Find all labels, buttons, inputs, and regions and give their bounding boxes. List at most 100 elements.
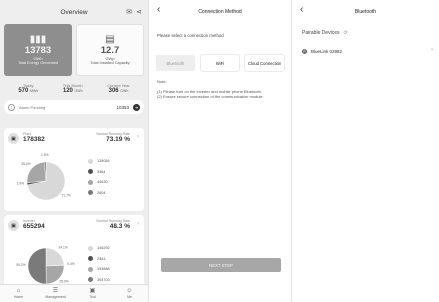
connection-method-screen: ‹ Connection Method Please select a conn… — [148, 0, 291, 302]
legend-item: 2581 — [88, 254, 110, 265]
legend-item: 128064 — [88, 156, 110, 167]
arrow-right-icon[interactable]: ➜ — [133, 103, 140, 111]
capacity-value: 12.7 — [100, 45, 120, 56]
legend-value: 44630 — [97, 180, 108, 185]
inverter-rate-value: 48.3 % — [109, 223, 130, 230]
next-step-button[interactable]: NEXT STEP — [161, 258, 281, 272]
overview-header: Overview ✉ ⋖ — [0, 0, 148, 24]
alarm-pending-row[interactable]: ! Alarm Pending 10353 ➜ — [4, 100, 144, 114]
legend-dot — [88, 256, 93, 262]
bluetooth-method-button[interactable]: Bluetooth — [156, 55, 195, 71]
legend-value: 153888 — [97, 267, 110, 272]
bluetooth-screen: ‹ Bluetooth Pairable Devices ⟳ β BlueLin… — [291, 0, 439, 302]
capacity-label: Total Installed Capacity — [90, 61, 130, 65]
pie-slice-label: 1.9% — [17, 182, 25, 186]
tab-me[interactable]: ☺ Me — [115, 288, 145, 299]
bluetooth-device-item[interactable]: β BlueLink 02982 › — [292, 45, 439, 57]
page-title: Bluetooth — [354, 9, 377, 15]
bar-chart-icon: ▮▮▮ — [29, 34, 47, 45]
plant-icon: ▣ — [8, 133, 19, 144]
connection-prompt: Please select a connection method — [157, 33, 224, 38]
connection-nav-bar: ‹ Connection Method — [149, 0, 291, 24]
plant-count: 178382 — [23, 136, 45, 143]
pie-slice — [27, 247, 47, 285]
stat-unit: MWh — [30, 89, 39, 93]
legend-value: 128064 — [97, 159, 110, 164]
bluetooth-nav-bar: ‹ Bluetooth — [292, 0, 439, 24]
legend-dot — [88, 277, 93, 283]
legend-dot — [88, 245, 93, 251]
cloud-connection-method-button[interactable]: Cloud Connection — [245, 55, 285, 71]
inverter-icon: ▣ — [8, 220, 19, 231]
bottom-tab-bar: ⌂ Home ☰ Management ▣ Tool ☺ Me — [0, 284, 148, 302]
stat-unit: GWh — [74, 89, 83, 93]
alarm-count: 10353 — [116, 104, 129, 110]
wifi-method-button[interactable]: WiFi — [200, 55, 240, 71]
plant-rate-value: 73.19 % — [106, 136, 130, 143]
legend-item: 146292 — [88, 243, 110, 254]
connection-method-options: Bluetooth WiFi Cloud Connection — [149, 38, 291, 71]
stat-value: 306 — [108, 88, 119, 94]
back-arrow-icon[interactable]: ‹ — [157, 4, 160, 15]
legend-item: 3364 — [88, 167, 110, 178]
legend-item: 153888 — [88, 264, 110, 275]
energy-value: 13783 — [24, 45, 52, 56]
back-arrow-icon[interactable]: ‹ — [300, 4, 303, 15]
stat-value: 120 — [62, 88, 73, 94]
pie-slice — [45, 247, 65, 267]
overview-screen: Overview ✉ ⋖ ▮▮▮ 13783 GWh Total Energy … — [0, 0, 148, 302]
inverter-card[interactable]: ▣ Inverter 655294 Normal Running Rate 48… — [4, 215, 144, 287]
legend-dot — [88, 158, 93, 164]
installed-capacity-card[interactable]: ▤ 12.7 GWp Total Installed Capacity — [76, 24, 144, 76]
stat-this-month: This Month 120 GWh — [63, 83, 83, 94]
chevron-right-icon[interactable]: › — [137, 134, 139, 140]
management-icon: ☰ — [52, 288, 59, 294]
legend-item: 44630 — [88, 177, 110, 188]
page-title: Connection Method — [198, 9, 242, 15]
legend-item: 2604 — [88, 188, 110, 199]
plant-card[interactable]: ▣ Plant 178382 Normal Running Rate 73.19… — [4, 128, 144, 211]
energy-label: Total Energy Generated — [17, 61, 59, 65]
pairable-devices-header: Pairable Devices ⟳ — [292, 24, 439, 36]
tab-label: Home — [13, 295, 24, 299]
stat-unit: GWh — [120, 89, 129, 93]
legend-dot — [88, 169, 93, 175]
note-title: Note: — [157, 79, 167, 84]
user-icon: ☺ — [126, 288, 133, 294]
tab-label: Me — [127, 295, 132, 299]
pairable-devices-label: Pairable Devices — [302, 30, 340, 36]
alarm-icon: ! — [8, 103, 15, 111]
legend-value: 146292 — [97, 246, 110, 251]
refresh-icon[interactable]: ⟳ — [344, 30, 348, 36]
legend-value: 304703 — [97, 277, 110, 282]
stat-today: Today 570 MWh — [18, 83, 38, 94]
plant-legend: 128064 3364 44630 2604 — [88, 156, 110, 198]
pie-slice-label: 50.2% — [16, 263, 25, 267]
tab-label: Tool — [89, 295, 96, 299]
tab-management[interactable]: ☰ Management — [41, 288, 71, 299]
plant-status-pie: 71.7% 1.9% 25.0% 1.5% — [17, 153, 71, 201]
chat-icon[interactable]: ✉ — [126, 8, 132, 16]
chevron-right-icon[interactable]: › — [137, 221, 139, 227]
inverter-count: 655294 — [23, 223, 45, 230]
inverter-status-pie: 24.1%0.4%25.3%50.2% — [16, 246, 75, 285]
energy-generated-card[interactable]: ▮▮▮ 13783 GWh Total Energy Generated — [4, 24, 72, 76]
tab-tool[interactable]: ▣ Tool — [78, 288, 108, 299]
pie-slice-label: 24.1% — [58, 246, 67, 250]
legend-dot — [88, 179, 93, 185]
bluetooth-icon: β — [302, 48, 307, 54]
legend-value: 3364 — [97, 169, 106, 174]
legend-value: 2604 — [97, 190, 106, 195]
chevron-right-icon: › — [431, 47, 433, 53]
note-item-2: (2) Ensure secure connection of the comm… — [157, 94, 264, 99]
share-icon[interactable]: ⋖ — [136, 8, 142, 16]
stat-value: 570 — [18, 88, 29, 94]
page-title: Overview — [60, 8, 88, 16]
legend-value: 2581 — [97, 256, 106, 261]
inverter-legend: 146292 2581 153888 304703 — [88, 243, 110, 285]
stat-current-year: Current Year 306 GWh — [107, 83, 129, 94]
home-icon: ⌂ — [16, 288, 21, 294]
energy-stats: Today 570 MWh This Month 120 GWh Current… — [0, 76, 148, 94]
tab-label: Management — [45, 295, 66, 299]
tab-home[interactable]: ⌂ Home — [4, 288, 34, 299]
